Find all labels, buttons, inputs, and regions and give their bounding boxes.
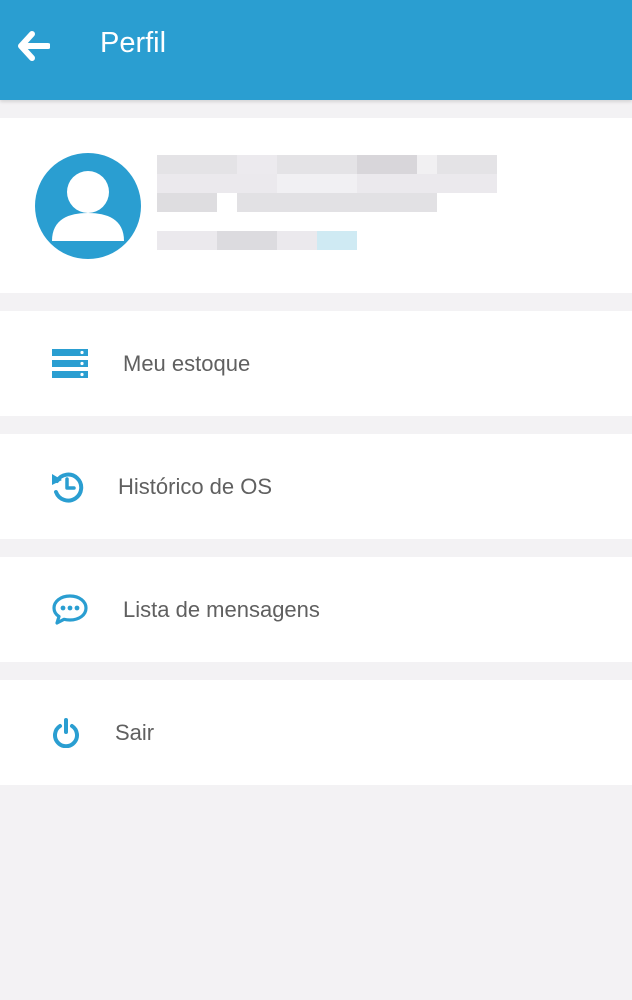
app-bar: Perfil [0, 0, 632, 100]
server-stack-icon [52, 349, 88, 378]
menu-item-label: Sair [115, 720, 155, 745]
menu-item-stock[interactable]: Meu estoque [0, 311, 632, 416]
menu-item-logout[interactable]: Sair [0, 680, 632, 785]
page-title: Perfil [100, 27, 167, 59]
arrow-left-icon [18, 31, 50, 61]
history-clock-icon [52, 472, 84, 503]
back-button[interactable] [12, 24, 56, 68]
menu-item-messages[interactable]: Lista de mensagens [0, 557, 632, 662]
menu-item-history[interactable]: Histórico de OS [0, 434, 632, 539]
menu-item-label: Histórico de OS [118, 474, 273, 499]
user-avatar-icon [35, 153, 141, 259]
power-icon [53, 717, 79, 748]
chat-bubble-icon [52, 594, 88, 625]
redacted-user-info [157, 155, 497, 250]
profile-card [0, 118, 632, 293]
menu-item-label: Meu estoque [123, 351, 251, 376]
menu-item-label: Lista de mensagens [123, 597, 320, 622]
